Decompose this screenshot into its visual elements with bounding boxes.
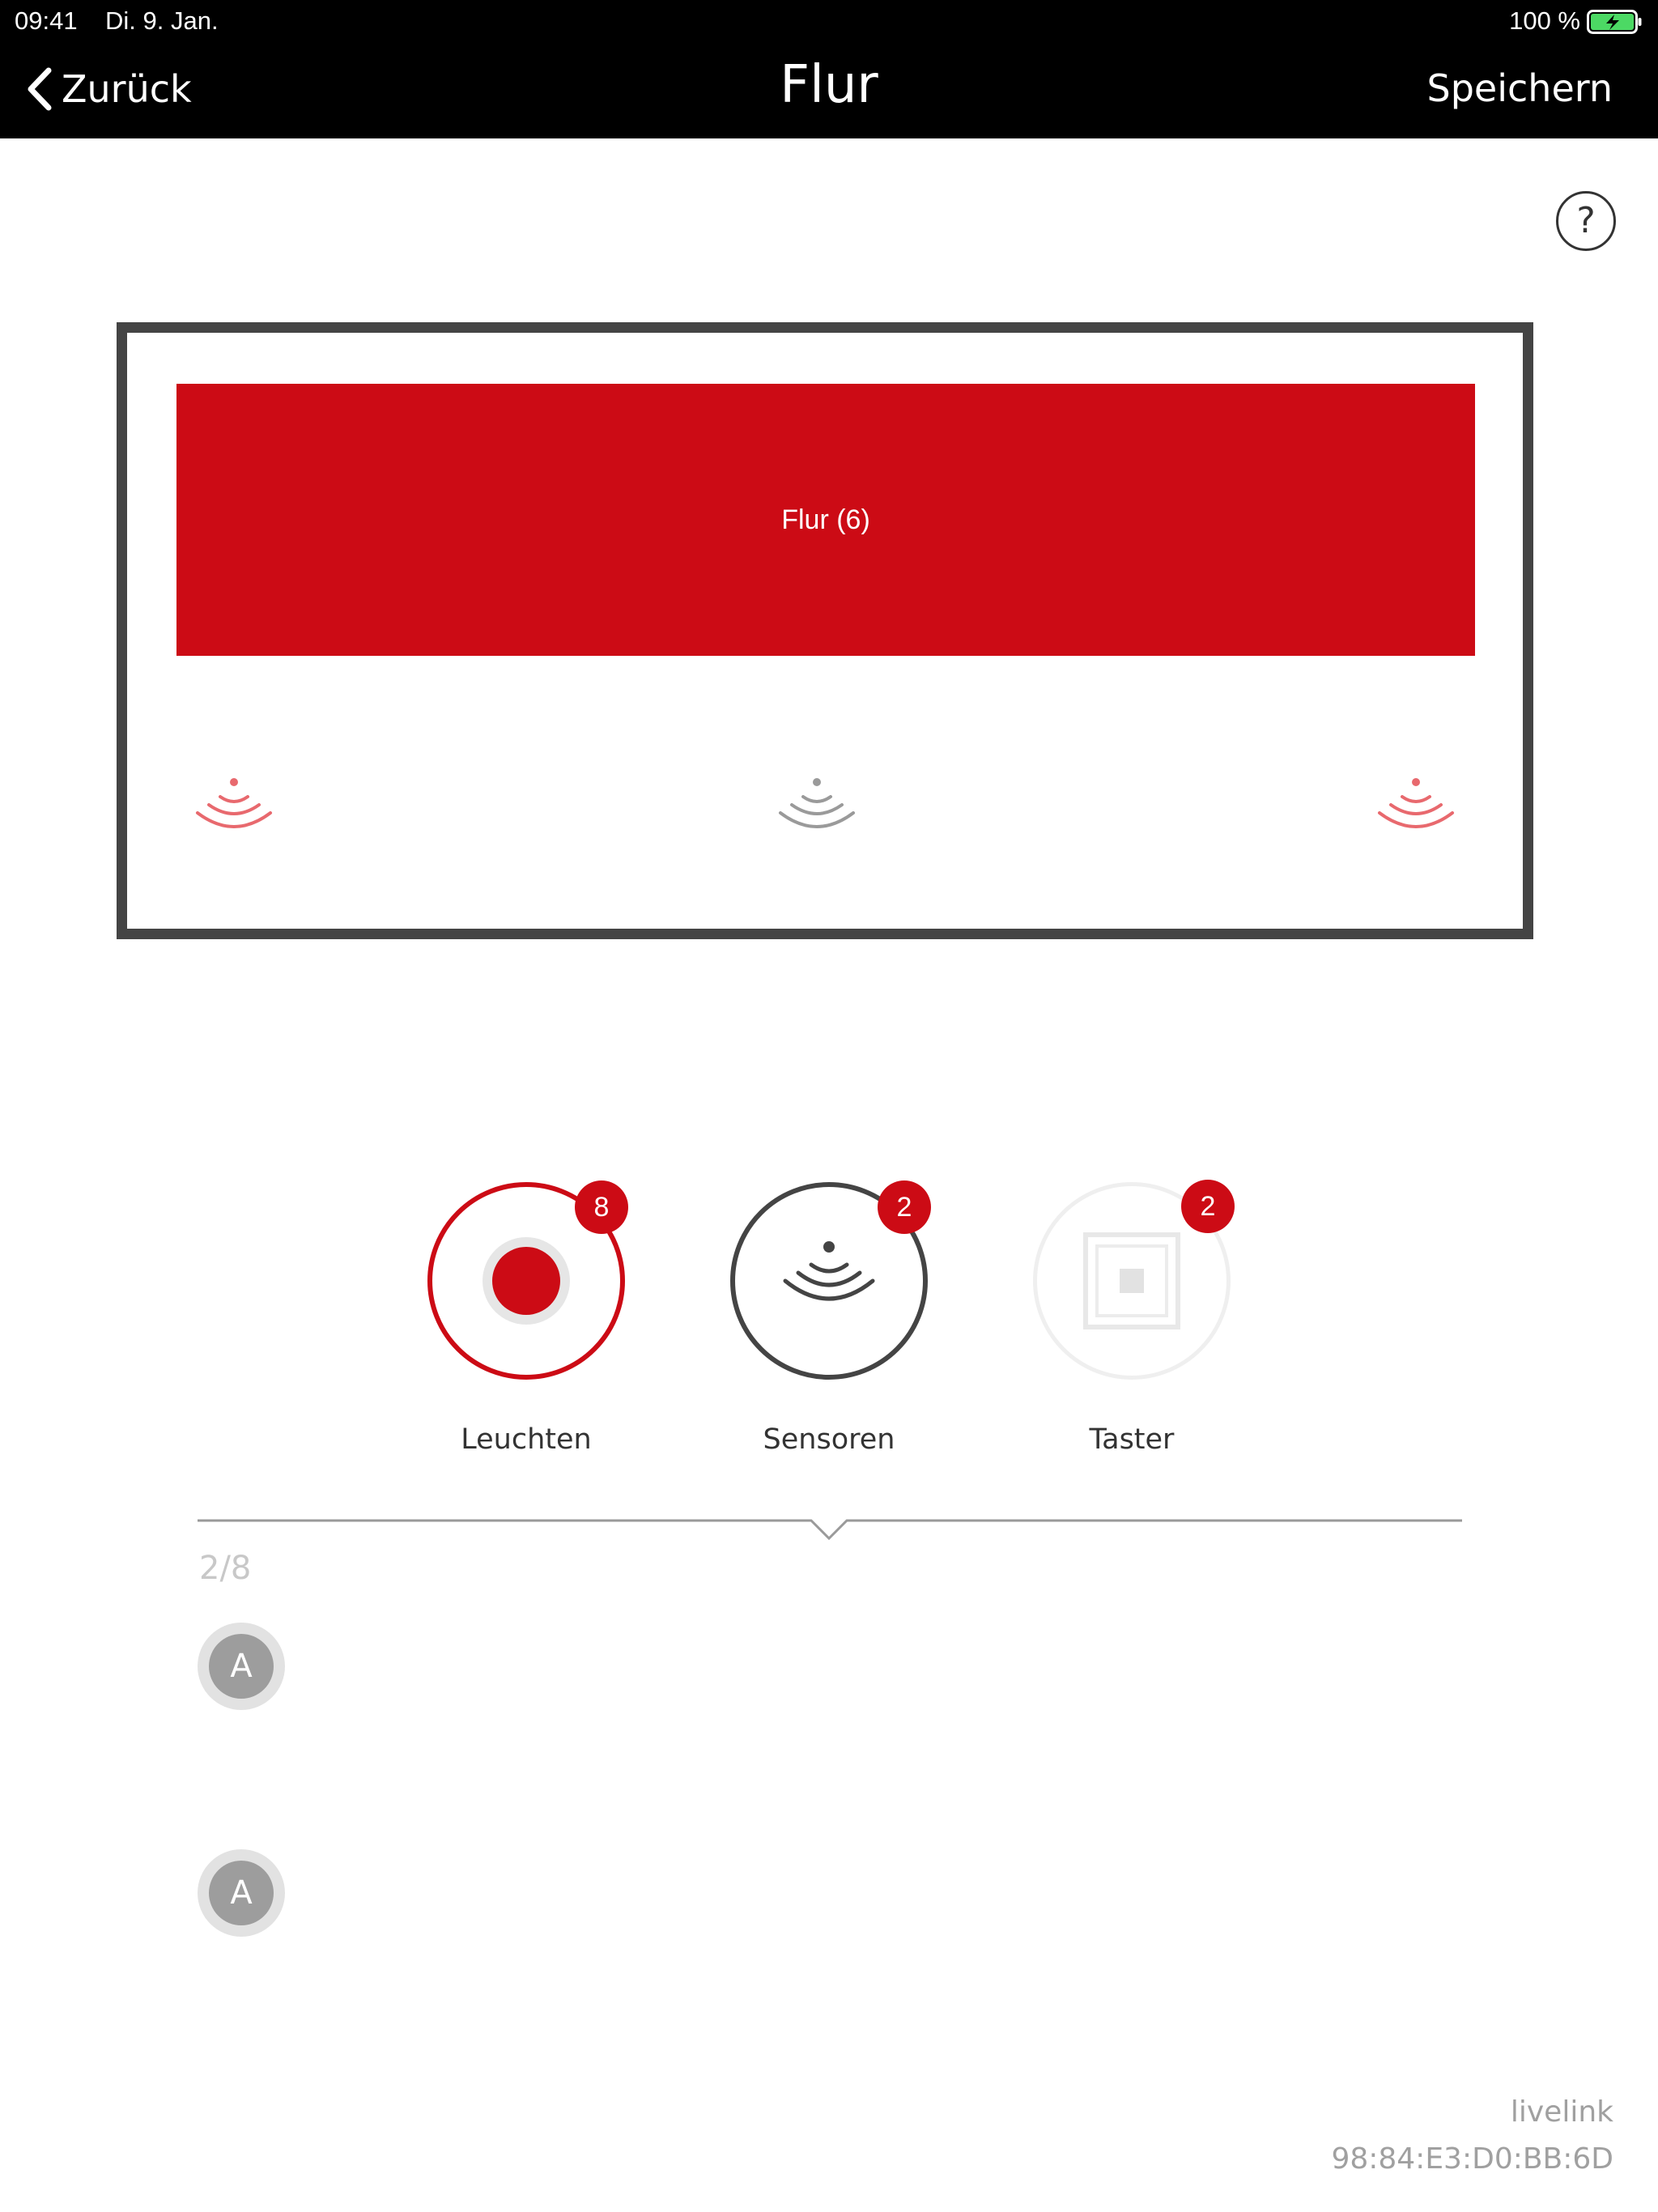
device-mac-address: 98:84:E3:D0:BB:6D	[1331, 2142, 1613, 2176]
category-sensoren-label: Sensoren	[763, 1423, 895, 1456]
category-leuchten[interactable]: 8 Leuchten	[397, 1180, 656, 1456]
battery-percentage: 100 %	[1509, 6, 1580, 35]
avatar-letter: A	[209, 1861, 274, 1925]
avatar-letter: A	[209, 1634, 274, 1699]
category-taster[interactable]: 2 Taster	[1002, 1180, 1261, 1456]
save-button[interactable]: Speichern	[1427, 66, 1613, 110]
section-divider	[198, 1519, 1462, 1541]
category-leuchten-label: Leuchten	[461, 1423, 592, 1456]
room-zone-label: Flur (6)	[781, 504, 870, 535]
room-zone[interactable]: Flur (6)	[176, 384, 1475, 656]
category-leuchten-circle[interactable]: 8	[427, 1180, 628, 1380]
help-button[interactable]: ?	[1556, 191, 1616, 251]
status-time: 09:41	[15, 6, 78, 35]
category-sensoren[interactable]: 2 Sensoren	[699, 1180, 959, 1456]
category-taster-circle[interactable]: 2	[1033, 1180, 1235, 1380]
list-item-avatar[interactable]: A	[198, 1623, 285, 1710]
sensor-center-icon[interactable]	[764, 769, 869, 850]
page-title: Flur	[780, 55, 878, 115]
status-date: Di. 9. Jan.	[105, 6, 219, 35]
sensoren-count-badge: 2	[878, 1180, 931, 1234]
brand-label: livelink	[1510, 2095, 1613, 2129]
list-item-avatar[interactable]: A	[198, 1849, 285, 1937]
battery-icon	[1587, 10, 1642, 34]
leuchten-count-badge: 8	[575, 1180, 628, 1234]
taster-count-badge: 2	[1181, 1180, 1235, 1233]
sensor-right-icon[interactable]	[1363, 769, 1469, 850]
top-bar: 09:41 Di. 9. Jan. 100 % Zurück Flur Spei…	[0, 0, 1658, 138]
category-sensoren-circle[interactable]: 2	[730, 1180, 931, 1380]
item-counter: 2/8	[199, 1550, 252, 1587]
sensor-left-icon[interactable]	[181, 769, 287, 850]
category-taster-label: Taster	[1089, 1423, 1175, 1456]
